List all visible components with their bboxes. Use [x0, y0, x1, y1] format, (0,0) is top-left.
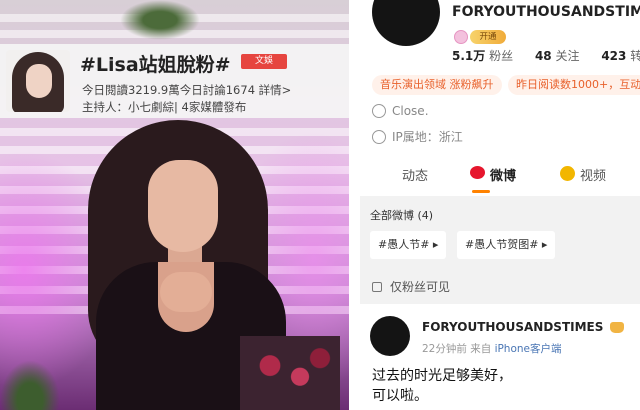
topic-card[interactable]: #Lisa站姐脫粉# 文娛 今日閱讀3219.9萬今日討論1674 詳情> 主持… [0, 44, 349, 118]
post-author-avatar[interactable] [370, 316, 410, 356]
post-source[interactable]: iPhone客户端 [495, 343, 562, 355]
feed-section-title[interactable]: 全部微博 (4) [370, 207, 433, 223]
following-label: 关注 [555, 49, 580, 63]
topic-avatar [6, 50, 70, 112]
profile-tabs: 动态 微博 视频 [360, 165, 640, 193]
hashtag-filter[interactable]: #愚人节贺图# ▸ [457, 231, 556, 259]
post-card[interactable]: FORYOUTHOUSANDSTIMES 22分钟前 来自 iPhone客户端 … [360, 304, 640, 410]
lock-icon [372, 281, 382, 292]
crown-icon [610, 322, 624, 333]
bio-text: Close. [392, 104, 429, 118]
topic-host: 主持人：小七劇綜| 4家媒體發布 [82, 100, 247, 114]
reposts-label: 转评 [630, 49, 640, 63]
tab-weibo[interactable]: 微博 [470, 165, 517, 184]
person-hand [160, 272, 212, 312]
post-text: 过去的时光足够美好， 可以啦。 [372, 366, 512, 406]
topic-title: #Lisa站姐脫粉# [80, 54, 231, 76]
location-icon [372, 129, 386, 144]
tab-weibo-label: 微博 [490, 169, 517, 184]
plant-decoration [120, 0, 200, 40]
video-icon [560, 166, 575, 181]
fans-label: 粉丝 [489, 49, 514, 63]
post-meta: 22分钟前 来自 iPhone客户端 [422, 341, 562, 356]
plant-decoration [0, 360, 60, 410]
post-text-line: 可以啦。 [372, 388, 428, 404]
tab-video[interactable]: 视频 [560, 165, 607, 184]
ip-text: IP属地：浙江 [392, 130, 463, 144]
person-face [148, 160, 218, 252]
category-badge: 文娛 [241, 54, 287, 69]
ip-row: IP属地：浙江 [372, 128, 463, 145]
bio-row: Close. [372, 103, 429, 119]
post-time: 22分钟前 [422, 343, 467, 355]
active-tab-indicator [472, 190, 490, 193]
profile-avatar[interactable] [372, 0, 440, 46]
post-source-prefix: 来自 [470, 343, 492, 355]
weibo-icon [470, 166, 485, 179]
tab-dynamic[interactable]: 动态 [402, 165, 428, 184]
honor-chip[interactable]: 音乐演出领域 涨粉飙升 [372, 75, 502, 95]
fans-only-notice: 仅粉丝可见 [372, 278, 450, 295]
hashtag-filter[interactable]: #愚人节# ▸ [370, 231, 447, 259]
fans-count[interactable]: 5.1万 [452, 49, 485, 63]
fans-only-label: 仅粉丝可见 [390, 280, 451, 294]
flower-bouquet [240, 336, 340, 410]
tab-video-label: 视频 [580, 169, 607, 184]
honor-chip[interactable]: 昨日阅读数1000+，互动数 [508, 75, 640, 95]
reposts-count[interactable]: 423 [601, 49, 626, 63]
bio-icon [372, 103, 386, 118]
vip-open-badge[interactable]: 开通 [470, 30, 506, 44]
following-count[interactable]: 48 [535, 49, 552, 63]
vip-icon [454, 30, 468, 44]
profile-stats: 5.1万 粉丝 48 关注 423 转评 [452, 47, 640, 64]
panel-divider [349, 0, 360, 410]
profile-panel: FORYOUTHOUSANDSTIME 开通 5.1万 粉丝 48 关注 423… [360, 0, 640, 410]
post-author-name[interactable]: FORYOUTHOUSANDSTIMES [422, 320, 603, 334]
post-text-line: 过去的时光足够美好， [372, 368, 512, 384]
profile-name: FORYOUTHOUSANDSTIME [452, 4, 640, 20]
topic-stats[interactable]: 今日閱讀3219.9萬今日討論1674 詳情> [82, 82, 291, 98]
